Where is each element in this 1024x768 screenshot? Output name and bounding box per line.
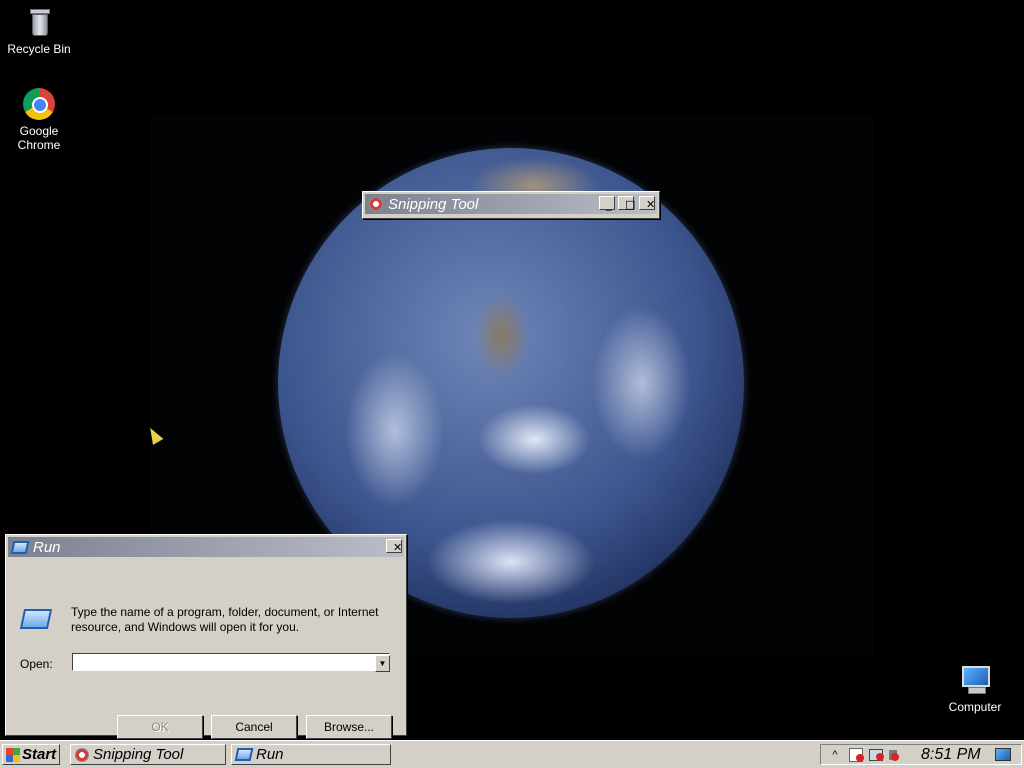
start-label: Start (22, 746, 57, 763)
desktop-icon-recycle-bin[interactable]: Recycle Bin (0, 6, 79, 56)
close-button[interactable]: ✕ (386, 539, 402, 554)
run-program-icon (19, 609, 53, 629)
network-icon[interactable] (869, 748, 884, 761)
desktop-icon-computer[interactable]: Computer (935, 664, 1015, 714)
open-label: Open: (20, 657, 53, 671)
taskbar-item-snipping-tool[interactable]: Snipping Tool (70, 744, 226, 765)
show-hidden-icons-button[interactable]: ^ (827, 747, 843, 763)
cancel-button[interactable]: Cancel (211, 715, 297, 739)
ok-button[interactable]: OK (117, 715, 203, 739)
snipping-tool-icon (75, 747, 89, 762)
taskbar: Start Snipping Tool Run ^ 8:51 PM (0, 740, 1024, 768)
system-tray: ^ 8:51 PM (820, 744, 1022, 765)
clock[interactable]: 8:51 PM (921, 746, 981, 764)
snipping-tool-window[interactable]: Snipping Tool _ □ ✕ (362, 191, 660, 219)
run-body: Type the name of a program, folder, docu… (6, 559, 406, 739)
open-dropdown-button[interactable]: ▼ (375, 655, 390, 672)
browse-button[interactable]: Browse... (306, 715, 392, 739)
start-button[interactable]: Start (2, 744, 60, 765)
snipping-tool-icon (369, 197, 383, 211)
run-icon (10, 540, 30, 554)
taskbar-item-label: Snipping Tool (93, 746, 184, 763)
open-input[interactable] (72, 653, 390, 671)
run-icon (234, 748, 254, 761)
maximize-button[interactable]: □ (618, 196, 635, 211)
windows-logo-icon (6, 747, 20, 762)
recycle-bin-icon (23, 6, 55, 38)
minimize-button[interactable]: _ (599, 196, 615, 211)
action-center-flag-icon[interactable] (849, 747, 864, 762)
taskbar-item-run[interactable]: Run (231, 744, 391, 765)
snipping-tool-title: Snipping Tool (388, 195, 479, 213)
run-dialog[interactable]: Run ✕ Type the name of a program, folder… (5, 534, 407, 739)
taskbar-item-label: Run (256, 746, 284, 763)
run-title: Run (33, 538, 61, 556)
desktop-icon-label: Computer (948, 700, 1002, 714)
chrome-icon (23, 88, 55, 120)
close-button[interactable]: ✕ (639, 196, 655, 211)
volume-icon[interactable] (889, 749, 899, 761)
snipping-tool-titlebar[interactable]: Snipping Tool _ □ ✕ (365, 194, 657, 214)
show-desktop-icon[interactable] (994, 748, 1011, 761)
run-description: Type the name of a program, folder, docu… (71, 605, 379, 634)
computer-icon (959, 664, 991, 696)
desktop-icon-google-chrome[interactable]: Google Chrome (0, 88, 79, 152)
desktop-icon-label: Google Chrome (17, 124, 61, 152)
run-titlebar[interactable]: Run ✕ (8, 537, 404, 557)
desktop-icon-label: Recycle Bin (7, 42, 71, 56)
